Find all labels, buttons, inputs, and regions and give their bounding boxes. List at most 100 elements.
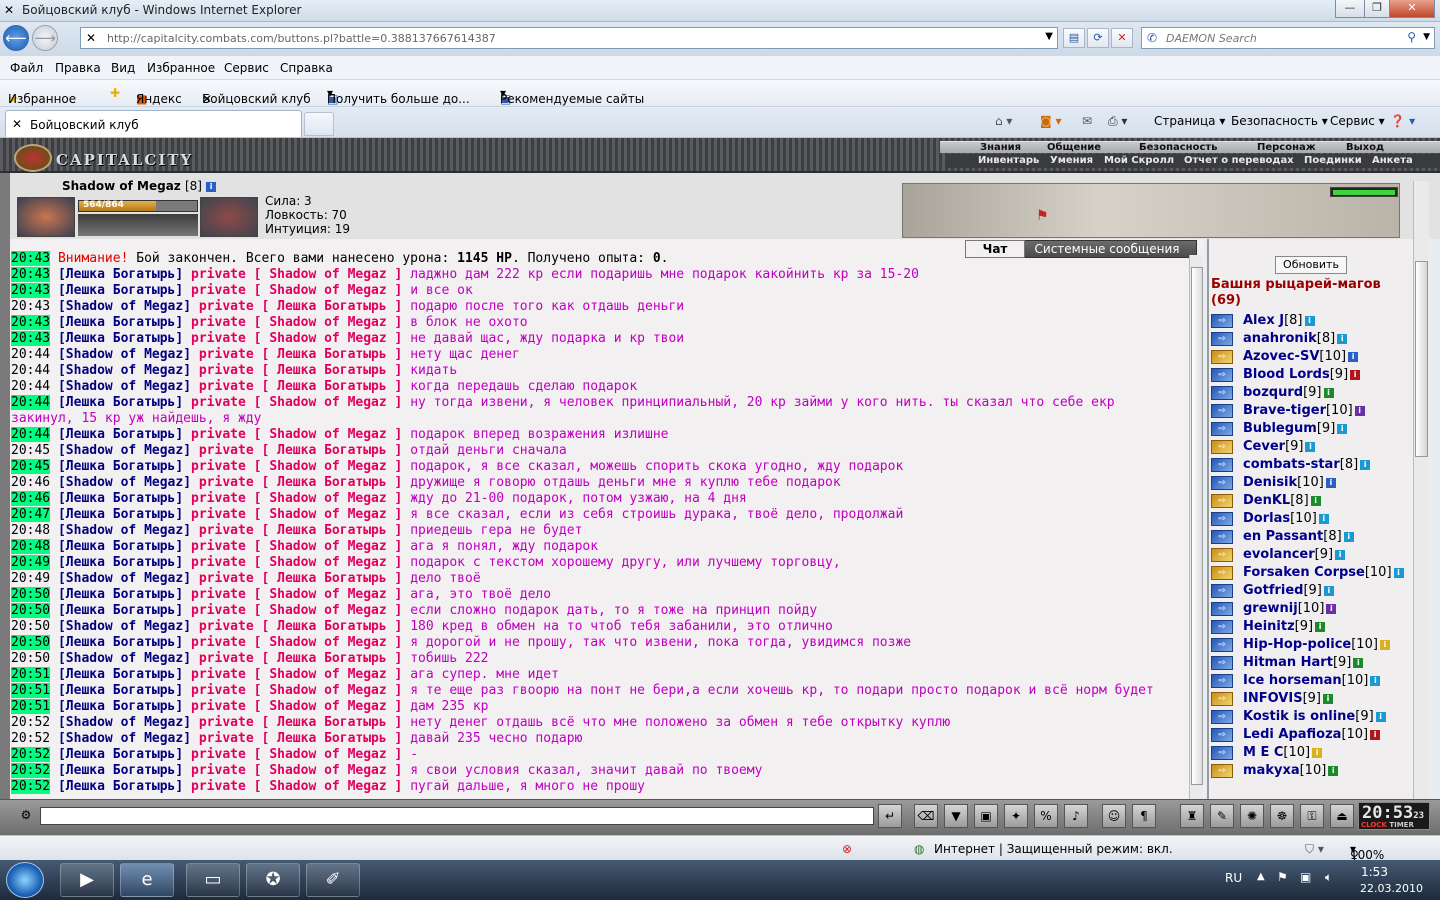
recipient-name[interactable]: [ Shadow of Megaz ] xyxy=(254,763,403,778)
room-user[interactable]: ⇨ grewnij[10] i xyxy=(1211,601,1421,619)
timestamp[interactable]: 20:43 xyxy=(11,331,51,346)
recipient-name[interactable]: [ Лешка Богатырь ] xyxy=(261,619,402,634)
recipient-name[interactable]: [ Shadow of Megaz ] xyxy=(254,507,403,522)
user-info-icon[interactable]: i xyxy=(1379,639,1390,650)
sender-name[interactable]: [Shadow of Megaz] xyxy=(58,523,191,538)
user-info-icon[interactable]: i xyxy=(1337,423,1348,434)
user-info-icon[interactable]: i xyxy=(1323,585,1334,596)
percent-icon[interactable]: % xyxy=(1034,804,1058,828)
user-info-icon[interactable]: i xyxy=(1354,405,1365,416)
timestamp[interactable]: 20:47 xyxy=(11,507,51,522)
add-favorite-icon[interactable]: ✚ xyxy=(110,86,120,100)
timestamp[interactable]: 20:44 xyxy=(11,427,51,442)
clear-icon[interactable]: ⌫ xyxy=(914,804,938,828)
nav-skills[interactable]: Умения xyxy=(1050,155,1093,166)
user-info-icon[interactable]: i xyxy=(1326,603,1337,614)
room-scroll-thumb[interactable] xyxy=(1415,261,1428,457)
sender-name[interactable]: [Shadow of Megaz] xyxy=(58,731,191,746)
protected-mode-icon[interactable]: ⛉ ▾ xyxy=(1305,842,1324,857)
room-user[interactable]: ⇨ Ledi Apafioza[10] i xyxy=(1211,727,1421,745)
sender-name[interactable]: [Shadow of Megaz] xyxy=(58,379,191,394)
page-menu[interactable]: Страница ▾ xyxy=(1154,114,1225,128)
timestamp[interactable]: 20:50 xyxy=(11,635,51,650)
timestamp[interactable]: 20:44 xyxy=(11,379,50,394)
timestamp[interactable]: 20:52 xyxy=(11,747,51,762)
room-user[interactable]: ⇨ Alex J[8] i xyxy=(1211,313,1421,331)
start-button[interactable] xyxy=(6,862,44,898)
chat-scroll-thumb[interactable] xyxy=(1191,267,1203,785)
sender-name[interactable]: [Лешка Богатырь] xyxy=(58,459,183,474)
menu-tools[interactable]: Сервис xyxy=(224,61,269,75)
private-message-icon[interactable]: ⇨ xyxy=(1211,673,1233,688)
private-message-icon[interactable]: ⇨ xyxy=(1211,637,1233,652)
nav-character[interactable]: Персонаж xyxy=(1257,142,1316,153)
battle-status-icon[interactable]: ⇨ xyxy=(1211,565,1233,580)
room-user[interactable]: ⇨ DenKL[8] i xyxy=(1211,493,1421,511)
recipient-name[interactable]: [ Shadow of Megaz ] xyxy=(254,555,403,570)
sender-name[interactable]: [Лешка Богатырь] xyxy=(58,699,183,714)
room-user[interactable]: ⇨ evolancer[9] i xyxy=(1211,547,1421,565)
recipient-name[interactable]: [ Shadow of Megaz ] xyxy=(254,331,403,346)
timestamp[interactable]: 20:43 xyxy=(11,267,51,282)
timestamp[interactable]: 20:51 xyxy=(11,699,51,714)
recipient-name[interactable]: [ Лешка Богатырь ] xyxy=(261,299,402,314)
recipient-name[interactable]: [ Shadow of Megaz ] xyxy=(254,427,403,442)
room-user[interactable]: ⇨ combats-star[8] i xyxy=(1211,457,1421,475)
user-info-icon[interactable]: i xyxy=(1323,387,1334,398)
user-info-icon[interactable]: i xyxy=(1350,369,1361,380)
nav-profile[interactable]: Анкета xyxy=(1372,155,1413,166)
user-name[interactable]: DenKL xyxy=(1243,493,1290,508)
fav-suggested-sites[interactable]: ▣ Рекомендуемые сайты ▾ xyxy=(500,86,644,106)
private-message-icon[interactable]: ⇨ xyxy=(1211,457,1233,472)
maximize-button[interactable]: ❐ xyxy=(1364,0,1390,18)
sender-name[interactable]: [Shadow of Megaz] xyxy=(58,715,191,730)
recipient-name[interactable]: [ Shadow of Megaz ] xyxy=(254,315,403,330)
user-info-icon[interactable]: i xyxy=(1322,693,1333,704)
timestamp[interactable]: 20:51 xyxy=(11,683,51,698)
room-user[interactable]: ⇨ M E C[10] i xyxy=(1211,745,1421,763)
tool-1-icon[interactable]: ♜ xyxy=(1180,804,1204,828)
save-icon[interactable]: ▣ xyxy=(974,804,998,828)
sender-name[interactable]: [Shadow of Megaz] xyxy=(58,475,191,490)
chat-scrollbar[interactable] xyxy=(1189,255,1203,799)
user-name[interactable]: Ledi Apafioza xyxy=(1243,727,1341,742)
timestamp[interactable]: 20:46 xyxy=(11,475,50,490)
stop-button[interactable]: ✕ xyxy=(1111,28,1133,48)
recipient-name[interactable]: [ Shadow of Megaz ] xyxy=(254,267,403,282)
room-user[interactable]: ⇨ Blood Lords[9] i xyxy=(1211,367,1421,385)
recipient-name[interactable]: [ Shadow of Megaz ] xyxy=(254,747,403,762)
compat-view-button[interactable]: ▤ xyxy=(1063,28,1085,48)
user-info-icon[interactable]: i xyxy=(1312,747,1323,758)
menu-view[interactable]: Вид xyxy=(111,61,135,75)
sender-name[interactable]: [Лешка Богатырь] xyxy=(58,395,183,410)
room-user[interactable]: ⇨ makyxa[10] i xyxy=(1211,763,1421,781)
sender-name[interactable]: [Лешка Богатырь] xyxy=(58,763,183,778)
user-name[interactable]: Ice horseman xyxy=(1243,673,1342,688)
room-user[interactable]: ⇨ Bublegum[9] i xyxy=(1211,421,1421,439)
room-user[interactable]: ⇨ Dorlas[10] i xyxy=(1211,511,1421,529)
timestamp[interactable]: 20:50 xyxy=(11,651,50,666)
print-icon[interactable]: ⎙ ▾ xyxy=(1108,114,1127,129)
timestamp[interactable]: 20:52 xyxy=(11,731,50,746)
room-user[interactable]: ⇨ Kostik is online[9] i xyxy=(1211,709,1421,727)
user-info-icon[interactable]: i xyxy=(1310,495,1321,506)
tray-date[interactable]: 22.03.2010 xyxy=(1360,882,1423,895)
timestamp[interactable]: 20:48 xyxy=(11,523,50,538)
timestamp[interactable]: 20:52 xyxy=(11,715,50,730)
user-info-icon[interactable]: i xyxy=(1318,513,1329,524)
timestamp[interactable]: 20:43 xyxy=(11,315,51,330)
sender-name[interactable]: [Лешка Богатырь] xyxy=(58,267,183,282)
mail-icon[interactable]: ✉ xyxy=(1082,114,1092,128)
private-message-icon[interactable]: ⇨ xyxy=(1211,367,1233,382)
equipment-slots[interactable] xyxy=(78,214,198,236)
private-message-icon[interactable]: ⇨ xyxy=(1211,727,1233,742)
sender-name[interactable]: [Лешка Богатырь] xyxy=(58,315,183,330)
new-tab-button[interactable] xyxy=(304,112,334,136)
private-message-icon[interactable]: ⇨ xyxy=(1211,745,1233,760)
fav-more-addons[interactable]: ▣ Получить больше до... ▾ xyxy=(327,86,470,106)
recipient-name[interactable]: [ Лешка Богатырь ] xyxy=(261,475,402,490)
private-message-icon[interactable]: ⇨ xyxy=(1211,583,1233,598)
exit-icon[interactable]: ⏏ xyxy=(1330,804,1354,828)
user-info-icon[interactable]: i xyxy=(1370,729,1381,740)
timestamp[interactable]: 20:49 xyxy=(11,571,50,586)
